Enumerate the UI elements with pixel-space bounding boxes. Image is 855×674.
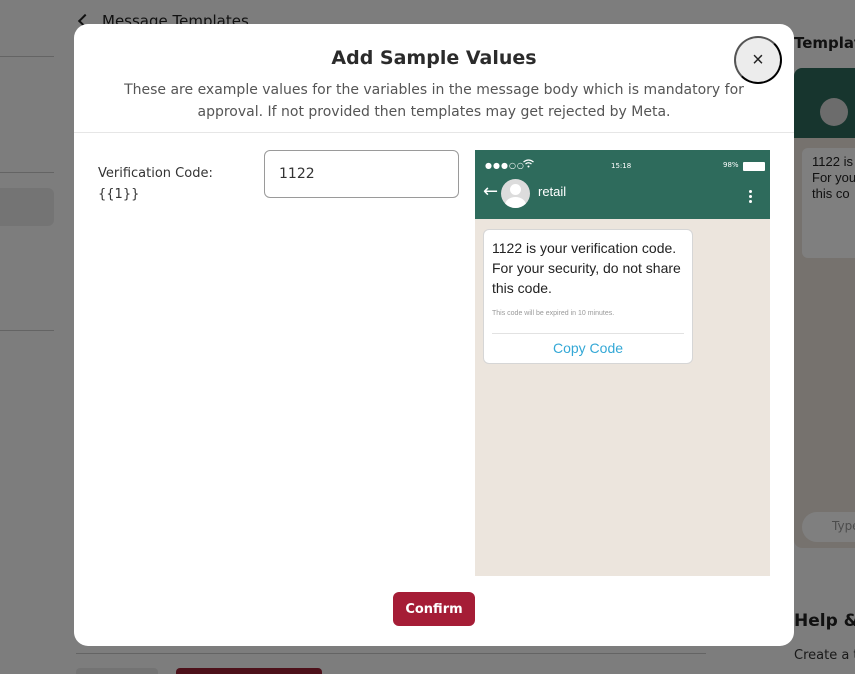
variable-label: Verification Code: {{1}} [98,163,213,205]
variable-name: Verification Code: [98,166,213,181]
avatar-body-shape [505,197,526,208]
variable-placeholder: {{1}} [98,187,140,202]
bubble-divider [492,333,684,334]
modal-divider [74,132,794,133]
modal-subtitle: These are example values for the variabl… [124,82,744,120]
message-footer: This code will be expired in 10 minutes. [492,310,615,317]
more-options-icon[interactable] [747,190,753,206]
battery-icon [743,162,765,171]
copy-code-button[interactable]: Copy Code [484,340,692,356]
signal-icon: ●●●○○ [485,161,525,170]
contact-name: retail [538,184,567,199]
contact-avatar [501,179,530,208]
avatar-head-shape [510,184,521,195]
add-sample-values-modal: Add Sample Values These are example valu… [74,24,794,646]
confirm-button[interactable]: Confirm [393,592,475,626]
modal-title: Add Sample Values [331,47,537,69]
close-button[interactable]: × [734,36,782,84]
whatsapp-preview: ●●●○○ 15:18 98% ← retail 1122 is your ve… [475,150,770,576]
message-bubble: 1122 is your verification code. For your… [483,229,693,364]
wifi-icon [523,159,534,171]
message-body: 1122 is your verification code. For your… [492,240,681,296]
battery-percent: 98% [723,161,739,169]
back-arrow-icon[interactable]: ← [483,182,498,202]
verification-code-input[interactable] [264,150,459,198]
chat-header: ●●●○○ 15:18 98% ← retail [475,150,770,219]
close-icon: × [752,48,764,71]
status-time: 15:18 [611,162,632,170]
